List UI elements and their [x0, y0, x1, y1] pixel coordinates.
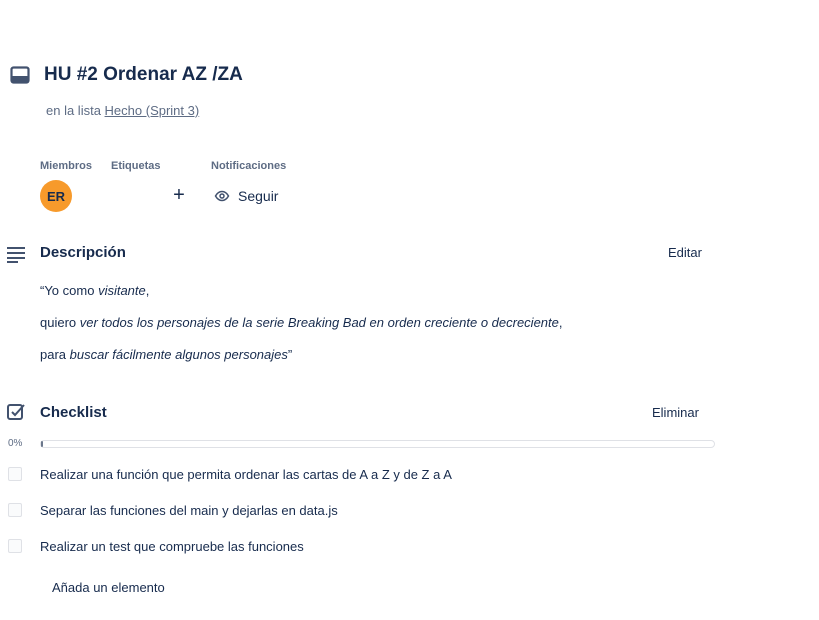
- checklist-item[interactable]: Realizar una función que permita ordenar…: [8, 464, 452, 484]
- checklist-item-checkbox[interactable]: [8, 503, 22, 517]
- description-title: Descripción: [40, 244, 126, 261]
- member-avatar[interactable]: ER: [40, 180, 72, 212]
- list-link[interactable]: Hecho (Sprint 3): [105, 103, 200, 118]
- notifications-label: Notificaciones: [211, 160, 287, 172]
- card-detail: HU #2 Ordenar AZ /ZA en la lista Hecho (…: [0, 0, 819, 620]
- follow-label: Seguir: [238, 188, 279, 204]
- description-icon: [7, 247, 25, 263]
- labels-label: Etiquetas: [111, 160, 161, 172]
- checklist-item-text[interactable]: Realizar una función que permita ordenar…: [40, 467, 452, 482]
- card-title[interactable]: HU #2 Ordenar AZ /ZA: [44, 64, 243, 86]
- checklist-item-text[interactable]: Realizar un test que compruebe las funci…: [40, 539, 304, 554]
- checklist-title[interactable]: Checklist: [40, 404, 107, 421]
- description-line-1[interactable]: “Yo como visitante,: [40, 283, 149, 298]
- checklist-item-checkbox[interactable]: [8, 539, 22, 553]
- eye-icon: [214, 190, 230, 202]
- members-label: Miembros: [40, 160, 92, 172]
- checklist-item[interactable]: Separar las funciones del main y dejarla…: [8, 500, 338, 520]
- edit-description-button[interactable]: Editar: [668, 245, 702, 260]
- checklist-item-checkbox[interactable]: [8, 467, 22, 481]
- add-checklist-item-button[interactable]: Añada un elemento: [52, 580, 165, 595]
- checklist-item-text[interactable]: Separar las funciones del main y dejarla…: [40, 503, 338, 518]
- progress-percentage: 0%: [8, 438, 23, 449]
- checklist-item[interactable]: Realizar un test que compruebe las funci…: [8, 536, 304, 556]
- delete-checklist-button[interactable]: Eliminar: [652, 405, 699, 420]
- in-list-text: en la lista Hecho (Sprint 3): [46, 103, 199, 118]
- add-label-button[interactable]: +: [168, 184, 190, 206]
- description-line-3[interactable]: para buscar fácilmente algunos personaje…: [40, 347, 292, 362]
- progress-marker: [41, 441, 43, 447]
- follow-button[interactable]: Seguir: [214, 184, 278, 208]
- in-list-prefix: en la lista: [46, 103, 105, 118]
- progress-bar: [40, 440, 715, 448]
- checklist-icon: [7, 404, 25, 420]
- card-icon: [10, 66, 30, 84]
- description-line-2[interactable]: quiero ver todos los personajes de la se…: [40, 315, 563, 330]
